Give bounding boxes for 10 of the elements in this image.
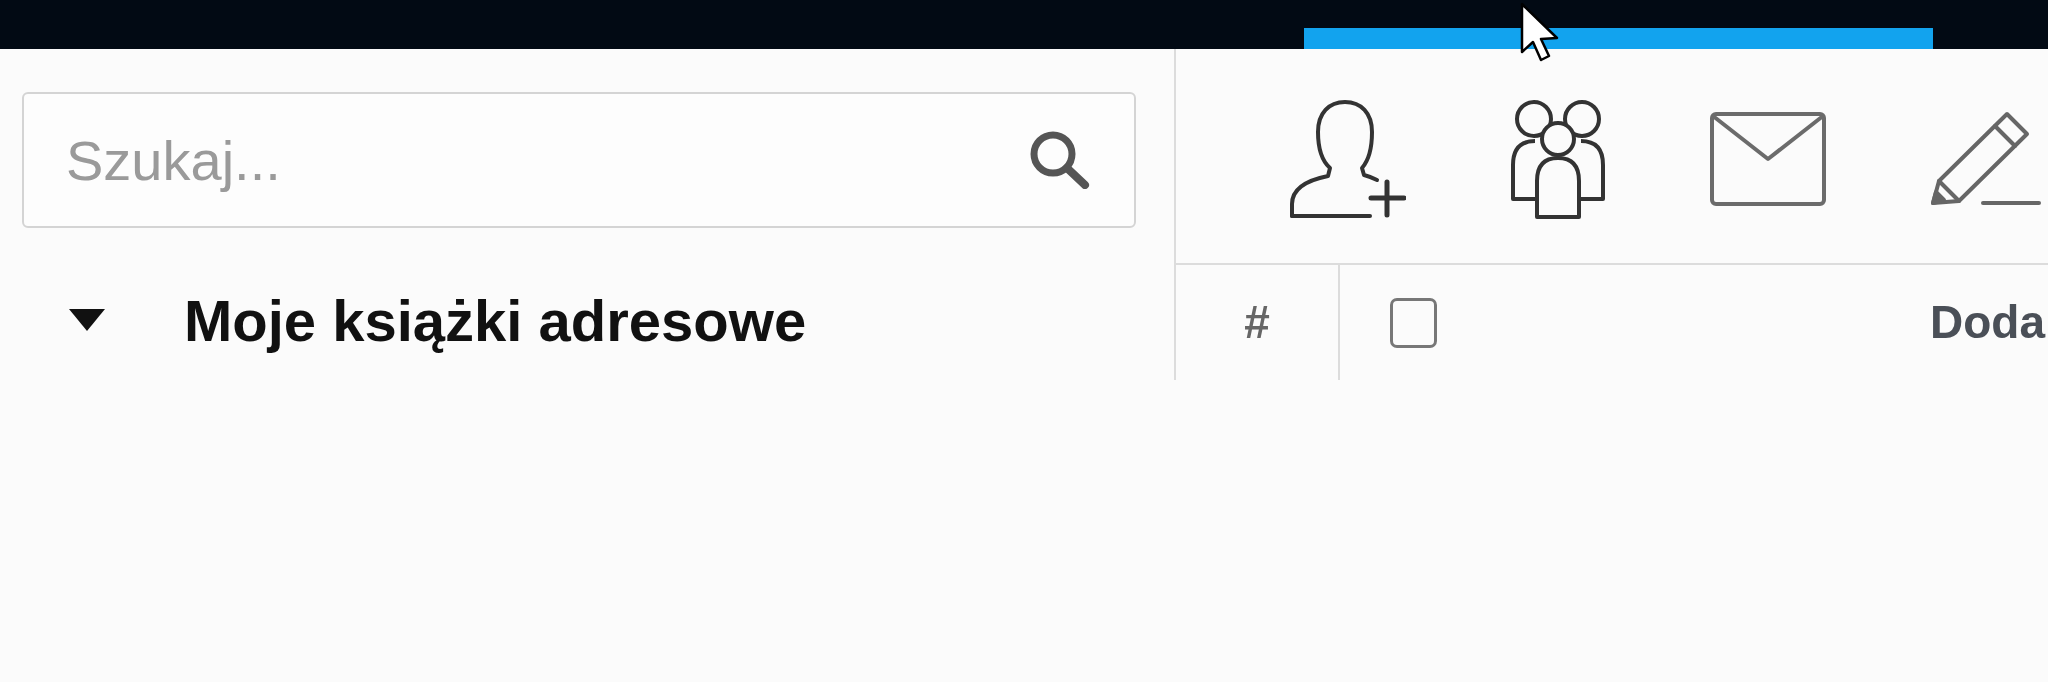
tree-item-label[interactable]: Moje książki adresowe (184, 276, 807, 364)
search-field[interactable]: Szukaj... (22, 92, 1136, 228)
column-header: # (1244, 295, 1270, 350)
person-plus-icon[interactable] (1290, 100, 1406, 218)
column-header[interactable]: Doda (1930, 288, 2045, 357)
group-icon[interactable] (1509, 99, 1607, 219)
envelope-icon[interactable] (1710, 112, 1826, 206)
search-icon[interactable] (1028, 129, 1090, 189)
pencil-icon[interactable] (1929, 111, 2041, 207)
select-all-checkbox[interactable] (1390, 297, 1437, 348)
